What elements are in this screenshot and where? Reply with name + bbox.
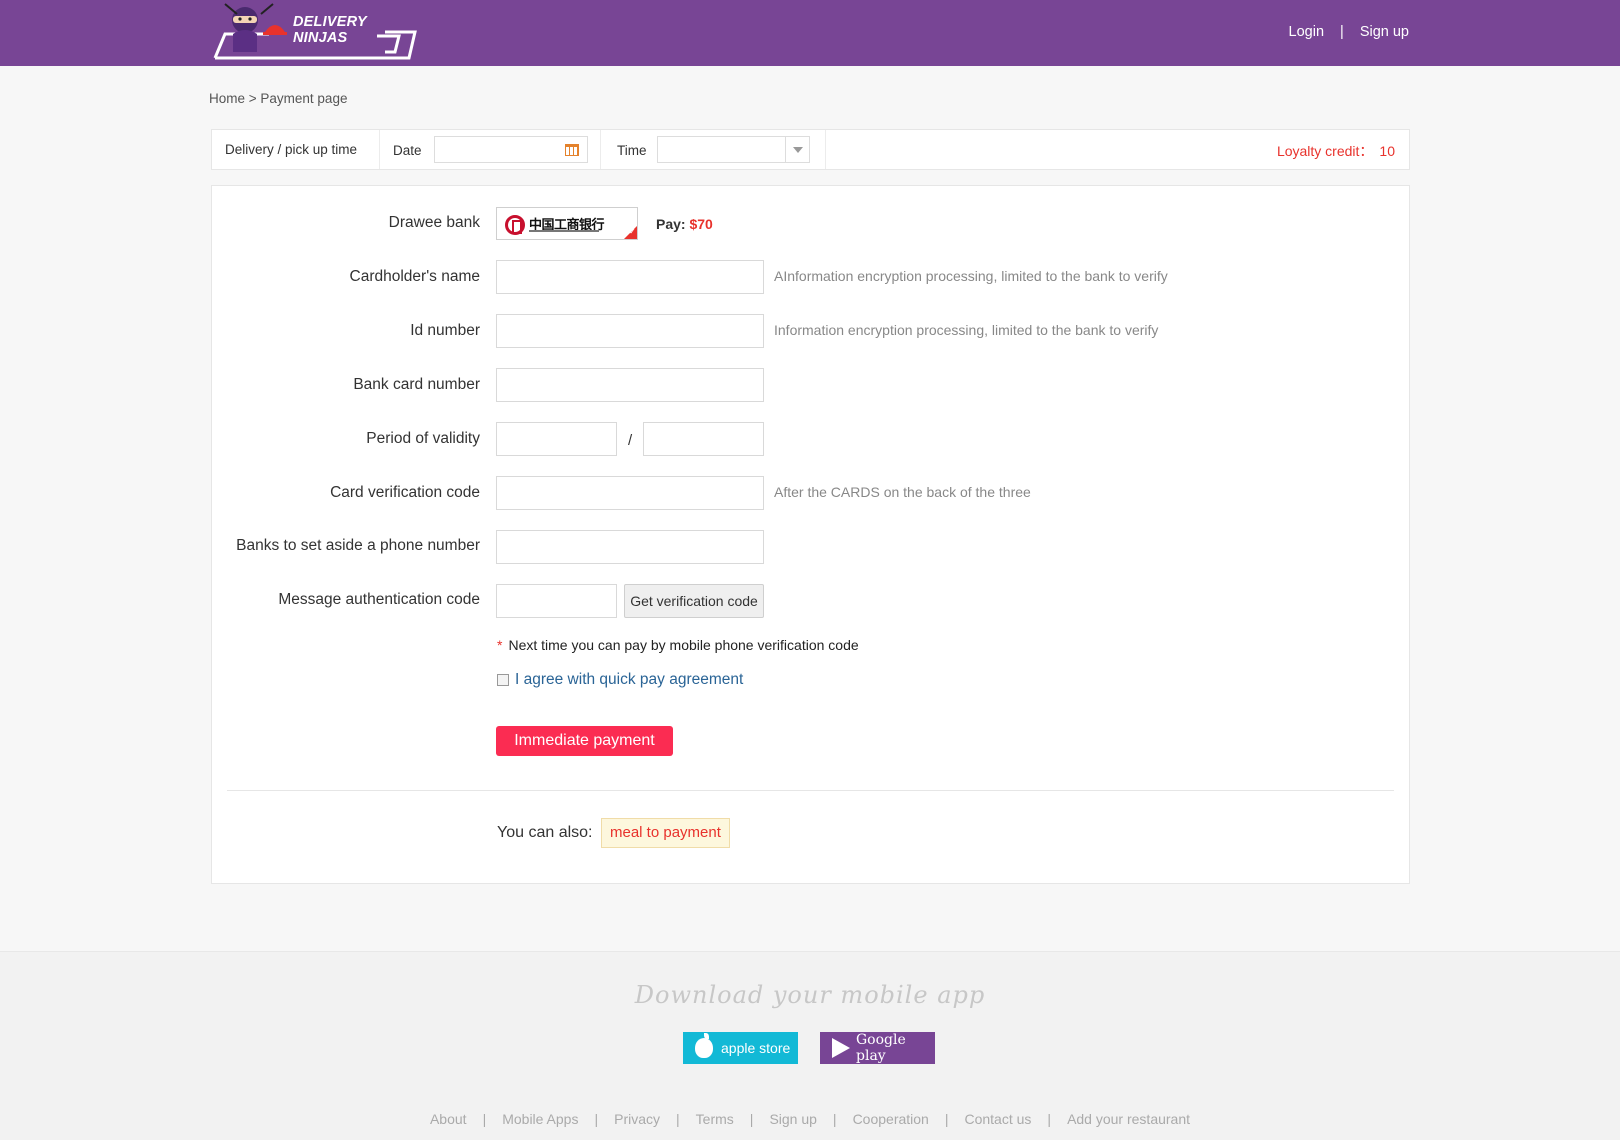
cardholder-label: Cardholder's name	[349, 268, 480, 285]
agreement-link[interactable]: I agree with quick pay agreement	[515, 671, 743, 689]
loyalty-credit: Loyalty credit： 10	[1277, 141, 1395, 161]
footer-link-cooperation[interactable]: Cooperation	[853, 1111, 929, 1127]
footer-links: About | Mobile Apps | Privacy | Terms | Sign up |…	[0, 1111, 1620, 1127]
required-star: *	[497, 637, 503, 653]
time-select[interactable]	[657, 136, 810, 163]
card-number-input[interactable]	[496, 368, 764, 402]
top-header: DELIVERY NINJAS Login | Sign up	[0, 0, 1620, 66]
divider	[600, 130, 601, 169]
time-label: Time	[617, 143, 647, 158]
card-number-label: Bank card number	[353, 376, 480, 393]
auth-links: Login | Sign up	[1289, 24, 1409, 40]
google-play-button[interactable]: Google play	[820, 1032, 935, 1064]
footer-link-contact-us[interactable]: Contact us	[964, 1111, 1031, 1127]
calendar-icon[interactable]	[565, 144, 579, 156]
play-icon	[832, 1038, 850, 1058]
phone-input[interactable]	[496, 530, 764, 564]
footer-link-mobile-apps[interactable]: Mobile Apps	[502, 1111, 578, 1127]
drawee-bank-label: Drawee bank	[388, 214, 480, 231]
icbc-logo-icon	[505, 215, 525, 235]
validity-month-input[interactable]	[496, 422, 617, 456]
phone-label: Banks to set aside a phone number	[236, 537, 480, 554]
cvc-input[interactable]	[496, 476, 764, 510]
id-number-hint: Information encryption processing, limit…	[774, 322, 1159, 338]
footer-separator: |	[676, 1111, 680, 1127]
agreement-row: I agree with quick pay agreement	[497, 671, 743, 689]
divider	[379, 130, 380, 169]
pay-value: $70	[689, 216, 713, 232]
sms-code-label: Message authentication code	[278, 591, 480, 608]
alternative-label: You can also:	[497, 824, 593, 841]
agreement-checkbox[interactable]	[497, 674, 509, 686]
validity-separator: /	[628, 432, 633, 449]
id-number-label: Id number	[410, 322, 480, 339]
mobile-pay-note: * Next time you can pay by mobile phone v…	[497, 637, 859, 653]
breadcrumb: Home > Payment page	[209, 91, 348, 106]
pay-label: Pay:	[656, 216, 686, 232]
footer-separator: |	[594, 1111, 599, 1127]
footer-separator: |	[1047, 1111, 1052, 1127]
footer: Download your mobile app apple store Goo…	[0, 951, 1620, 1140]
apple-store-label: apple store	[721, 1040, 791, 1056]
footer-separator: |	[944, 1111, 949, 1127]
date-label: Date	[393, 143, 422, 158]
delivery-time-label: Delivery / pick up time	[225, 142, 358, 157]
note-text: Next time you can pay by mobile phone ve…	[508, 637, 859, 653]
cvc-label: Card verification code	[330, 484, 480, 501]
bank-name-underline	[529, 230, 599, 232]
id-number-input[interactable]	[496, 314, 764, 348]
validity-year-input[interactable]	[643, 422, 764, 456]
apple-store-button[interactable]: apple store	[683, 1032, 798, 1064]
meal-to-payment-button[interactable]: meal to payment	[601, 818, 730, 848]
cvc-hint: After the CARDS on the back of the three	[774, 484, 1031, 500]
download-app-title: Download your mobile app	[634, 981, 986, 1009]
payment-form-panel: Drawee bank 中国工商银行 Pay: $70 Cardholder's…	[211, 185, 1410, 884]
apple-icon	[695, 1033, 713, 1058]
signup-link[interactable]: Sign up	[1360, 24, 1409, 40]
get-verification-code-button[interactable]: Get verification code	[624, 584, 764, 618]
divider	[825, 130, 826, 169]
auth-separator: |	[1340, 24, 1344, 40]
sms-code-input[interactable]	[496, 584, 617, 618]
bank-selector[interactable]: 中国工商银行	[496, 207, 638, 240]
loyalty-label: Loyalty credit：	[1276, 143, 1374, 159]
loyalty-value: 10	[1379, 143, 1395, 159]
footer-link-about[interactable]: About	[430, 1111, 467, 1127]
footer-separator: |	[749, 1111, 754, 1127]
cardholder-hint: AInformation encryption processing, limi…	[774, 268, 1168, 284]
divider	[227, 790, 1394, 791]
login-link[interactable]: Login	[1289, 24, 1324, 40]
logo-text: DELIVERY NINJAS	[293, 14, 367, 46]
pay-amount: Pay: $70	[656, 216, 713, 232]
selected-check-icon	[624, 226, 637, 239]
validity-label: Period of validity	[366, 430, 480, 447]
footer-link-add-restaurant[interactable]: Add your restaurant	[1067, 1111, 1190, 1127]
google-play-label: Google play	[856, 1032, 906, 1064]
delivery-time-bar: Delivery / pick up time Date Time Loyalt…	[211, 129, 1410, 170]
footer-separator: |	[832, 1111, 837, 1127]
chevron-down-icon[interactable]	[785, 137, 809, 162]
immediate-payment-button[interactable]: Immediate payment	[496, 726, 673, 756]
footer-separator: |	[482, 1111, 487, 1127]
footer-link-privacy[interactable]: Privacy	[614, 1111, 660, 1127]
cardholder-input[interactable]	[496, 260, 764, 294]
footer-link-sign-up[interactable]: Sign up	[769, 1111, 816, 1127]
delivery-ninjas-logo[interactable]: DELIVERY NINJAS	[209, 0, 419, 62]
date-input[interactable]	[434, 136, 588, 163]
footer-link-terms[interactable]: Terms	[696, 1111, 734, 1127]
